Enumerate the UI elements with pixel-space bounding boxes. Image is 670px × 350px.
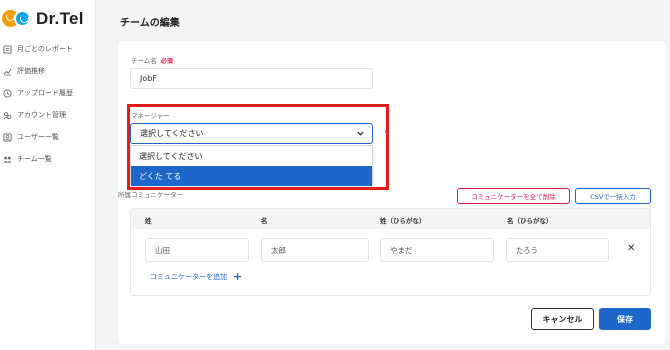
- team-name-label: チーム名 必須: [131, 55, 173, 65]
- sidebar-item-label: 評価推移: [17, 67, 45, 75]
- sidebar-item-label: ユーザー一覧: [17, 133, 59, 141]
- save-button[interactable]: 保存: [599, 308, 651, 330]
- column-header-last-kana: 姓（ひらがな）: [380, 217, 426, 225]
- logo-mark-icon: [2, 9, 34, 29]
- csv-import-button[interactable]: CSVで一括入力: [575, 188, 651, 204]
- column-header-last-name: 姓: [145, 217, 152, 225]
- clock-icon: [2, 88, 12, 98]
- last-kana-input[interactable]: やまだ: [380, 238, 494, 262]
- add-communicator-link[interactable]: コミュニケーターを追加 +: [150, 270, 242, 283]
- required-badge: 必須: [160, 58, 173, 65]
- plus-icon: +: [233, 270, 243, 283]
- trend-icon: [2, 66, 12, 76]
- sidebar-item-user-list[interactable]: ユーザー一覧: [0, 126, 96, 148]
- sidebar-nav: 月ごとのレポート 評価推移 アップロード履歴 アカウント管理 ユーザー一覧 チー…: [0, 38, 96, 170]
- sidebar-item-account-management[interactable]: アカウント管理: [0, 104, 96, 126]
- sidebar-item-team-list[interactable]: チーム一覧: [0, 148, 96, 170]
- remove-row-icon[interactable]: ✕: [627, 243, 635, 254]
- app-logo[interactable]: Dr.Tel: [2, 8, 84, 30]
- sidebar-item-label: アップロード履歴: [17, 89, 73, 97]
- sidebar: Dr.Tel 月ごとのレポート 評価推移 アップロード履歴 アカウント管理 ユー…: [0, 0, 96, 350]
- column-header-first-name: 名: [261, 217, 268, 225]
- table-header: 姓 名 姓（ひらがな） 名（ひらがな）: [131, 209, 650, 229]
- sidebar-item-label: アカウント管理: [17, 111, 66, 119]
- page-title: チームの編集: [120, 18, 180, 29]
- first-name-input[interactable]: 太郎: [261, 238, 369, 262]
- sidebar-item-monthly-report[interactable]: 月ごとのレポート: [0, 38, 96, 60]
- remove-all-communicators-button[interactable]: コミュニケーターを全て削除: [457, 188, 570, 204]
- team-name-input[interactable]: JobF: [130, 68, 373, 89]
- first-kana-input[interactable]: たろう: [506, 238, 609, 262]
- sidebar-item-label: チーム一覧: [17, 155, 52, 163]
- user-icon: [2, 132, 12, 142]
- team-icon: [2, 154, 12, 164]
- sidebar-item-label: 月ごとのレポート: [17, 45, 73, 53]
- team-name-label-text: チーム名: [131, 57, 157, 65]
- column-header-first-kana: 名（ひらがな）: [507, 217, 553, 225]
- sidebar-item-trend[interactable]: 評価推移: [0, 60, 96, 82]
- cancel-button[interactable]: キャンセル: [531, 308, 594, 330]
- report-icon: [2, 44, 12, 54]
- add-communicator-label: コミュニケーターを追加: [150, 272, 227, 281]
- sidebar-item-upload-history[interactable]: アップロード履歴: [0, 82, 96, 104]
- highlight-annotation-box: [127, 104, 389, 190]
- communicators-label: 所属コミュニケーター: [118, 191, 183, 199]
- logo-text: Dr.Tel: [36, 9, 84, 28]
- last-name-input[interactable]: 山田: [145, 238, 249, 262]
- account-icon: [2, 110, 12, 120]
